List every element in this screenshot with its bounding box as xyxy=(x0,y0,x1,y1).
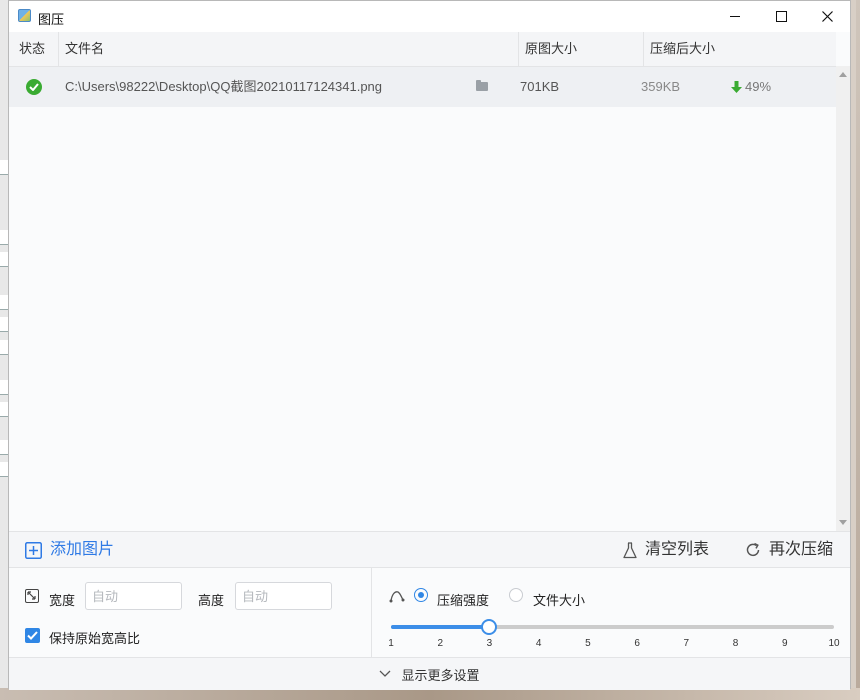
curve-icon xyxy=(389,591,405,603)
slider-tick-label: 1 xyxy=(388,638,394,649)
strength-slider[interactable] xyxy=(391,619,834,635)
slider-tick-label: 7 xyxy=(683,638,690,649)
slider-tick-label: 6 xyxy=(634,638,640,649)
scroll-down-icon[interactable] xyxy=(839,520,847,525)
column-header-original-size[interactable]: 原图大小 xyxy=(518,32,643,66)
add-square-icon xyxy=(25,541,42,559)
vertical-scrollbar[interactable] xyxy=(836,66,850,531)
app-logo-icon xyxy=(18,9,31,22)
title-bar[interactable]: 图压 xyxy=(9,1,850,32)
settings-divider xyxy=(371,568,372,657)
slider-fill xyxy=(391,625,490,629)
table-row[interactable]: C:\Users\98222\Desktop\QQ截图2021011712434… xyxy=(9,67,836,107)
slider-thumb[interactable] xyxy=(481,619,498,635)
slider-tick-label: 4 xyxy=(535,638,542,649)
slider-tick-label: 10 xyxy=(828,638,840,649)
height-input[interactable] xyxy=(235,582,332,610)
window-title: 图压 xyxy=(38,12,65,27)
maximize-button[interactable] xyxy=(758,1,804,32)
clear-list-label: 清空列表 xyxy=(645,541,710,558)
file-path: C:\Users\98222\Desktop\QQ截图2021011712434… xyxy=(65,79,383,94)
slider-tick-label: 3 xyxy=(486,638,493,649)
slider-tick-label: 9 xyxy=(781,638,788,649)
height-label: 高度 xyxy=(198,593,225,608)
keep-ratio-label[interactable]: 保持原始宽高比 xyxy=(49,628,140,647)
maximize-icon xyxy=(775,11,787,22)
mode-strength-label[interactable]: 压缩强度 xyxy=(437,590,489,609)
chevron-down-icon xyxy=(380,670,391,677)
width-label: 宽度 xyxy=(49,593,76,608)
mode-strength-radio[interactable] xyxy=(414,588,428,602)
app-window: 图压 状态 文件名 原图大小 压缩后大小 C:\Users\98222\Desk… xyxy=(8,0,851,690)
close-button[interactable] xyxy=(804,1,850,32)
list-header: 状态 文件名 原图大小 压缩后大小 xyxy=(9,32,836,67)
slider-tick-label: 8 xyxy=(732,638,739,649)
settings-panel: 宽度 高度 保持原始宽高比 压缩强度 文件大小 1 2 3 4 5 6 7 8 9 10 xyxy=(9,568,850,657)
mode-size-radio[interactable] xyxy=(509,588,523,602)
original-size-value: 701KB xyxy=(520,79,560,94)
column-header-filename[interactable]: 文件名 xyxy=(58,32,518,66)
arrow-down-icon xyxy=(731,81,742,93)
minimize-icon xyxy=(730,16,740,17)
mode-size-label[interactable]: 文件大小 xyxy=(533,590,585,609)
add-images-button[interactable]: 添加图片 xyxy=(25,532,114,568)
clear-list-button[interactable]: 清空列表 xyxy=(623,532,709,568)
recompress-button[interactable]: 再次压缩 xyxy=(745,532,833,568)
compressed-size-value: 359KB xyxy=(641,79,681,94)
desktop-background-right xyxy=(856,0,860,700)
open-folder-icon[interactable] xyxy=(476,80,488,91)
column-header-compressed-size[interactable]: 压缩后大小 xyxy=(643,32,836,66)
slider-tick-label: 2 xyxy=(437,638,443,649)
flask-icon xyxy=(623,541,637,558)
recompress-label: 再次压缩 xyxy=(769,541,834,558)
minimize-button[interactable] xyxy=(712,1,758,32)
slider-tick-label: 5 xyxy=(585,638,591,649)
file-list: 状态 文件名 原图大小 压缩后大小 C:\Users\98222\Desktop… xyxy=(9,32,850,531)
reduction-value: 49% xyxy=(745,79,772,94)
check-circle-icon xyxy=(26,79,42,95)
keep-ratio-checkbox[interactable] xyxy=(25,628,40,643)
column-header-status[interactable]: 状态 xyxy=(9,32,58,66)
action-bar: 添加图片 清空列表 再次压缩 xyxy=(9,531,850,568)
show-more-settings-bar[interactable]: 显示更多设置 xyxy=(9,657,850,690)
width-input[interactable] xyxy=(85,582,182,610)
show-more-settings-label: 显示更多设置 xyxy=(401,667,480,683)
close-icon xyxy=(821,11,833,22)
scroll-up-icon[interactable] xyxy=(839,72,847,77)
add-images-label: 添加图片 xyxy=(50,541,115,558)
refresh-icon xyxy=(746,542,760,557)
resize-icon xyxy=(25,589,39,603)
